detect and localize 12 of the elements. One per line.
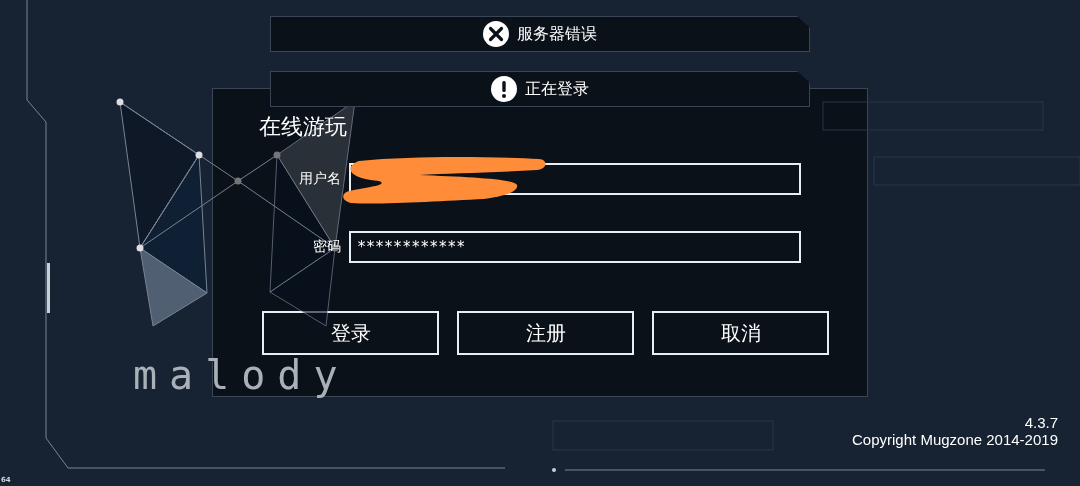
logo-text: malody [133,352,350,398]
field-label: 密码 [312,238,342,256]
copyright-text: Copyright Mugzone 2014-2019 [852,431,1058,448]
input-field[interactable]: ************ [349,231,801,263]
dialog-title: 在线游玩 [259,113,347,141]
dialog-button[interactable]: 取消 [652,311,829,355]
field-label: 用户名 [298,170,342,188]
dialog-button[interactable]: 登录 [262,311,439,355]
toast-text: 正在登录 [525,78,589,100]
version-text: 4.3.7 [1024,414,1058,431]
toast-text: 服务器错误 [517,23,597,45]
dialog-button[interactable]: 注册 [457,311,634,355]
